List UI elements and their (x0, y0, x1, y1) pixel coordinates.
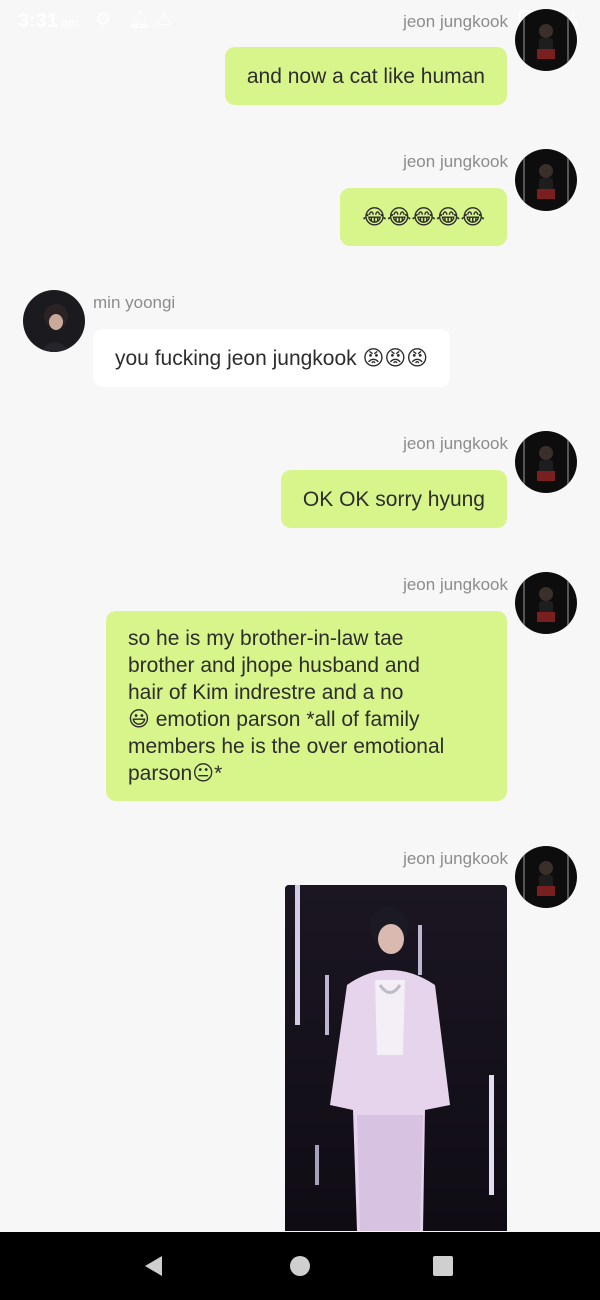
message-bubble-outgoing[interactable]: and now a cat like human (224, 47, 507, 105)
message-line: brother and jhope husband and (128, 654, 420, 677)
status-ampm: am (61, 15, 80, 30)
status-bar: 3:31am ⚙ 🔔︎ ⚠ 28% (0, 0, 600, 44)
message-line: members he is the over emotional (128, 735, 445, 758)
avatar-jeon-jungkook[interactable] (515, 9, 577, 71)
back-icon[interactable] (142, 1254, 166, 1283)
message-sender: jeon jungkook (403, 575, 508, 594)
avatar-jeon-jungkook[interactable] (515, 149, 577, 211)
avatar-jeon-jungkook[interactable] (515, 572, 577, 634)
avatar-jeon-jungkook[interactable] (515, 846, 577, 908)
message-line: 😃 emotion parson *all of family (128, 708, 420, 731)
message-line: parson😐* (128, 762, 223, 785)
settings-icon: ⚙ (95, 9, 112, 29)
message-sender: jeon jungkook (403, 152, 508, 171)
message-bubble-outgoing[interactable]: so he is my brother-in-law tae brother a… (106, 611, 507, 801)
message-bubble-outgoing[interactable]: OK OK sorry hyung (280, 470, 507, 528)
message-bubble-outgoing[interactable]: 😂😂😂😂😂 (340, 188, 507, 246)
message-line: hair of Kim indrestre and a no (128, 681, 404, 704)
home-icon[interactable] (288, 1254, 312, 1283)
message-sender: min yoongi (93, 293, 176, 312)
status-time: 3:31 am (18, 10, 80, 32)
navigation-bar (0, 1232, 600, 1300)
message-image[interactable] (285, 885, 507, 1231)
message-line: so he is my brother-in-law tae (128, 627, 404, 650)
avatar-jeon-jungkook[interactable] (515, 431, 577, 493)
warning-icon: ⚠ (156, 9, 173, 29)
notification-bell-icon: 🔔︎ (128, 9, 151, 29)
recents-icon[interactable] (431, 1254, 455, 1283)
message-sender: jeon jungkook (403, 12, 508, 31)
avatar-min-yoongi[interactable] (23, 290, 85, 352)
message-sender: jeon jungkook (403, 849, 508, 868)
message-bubble-incoming[interactable]: you fucking jeon jungkook 😡😡😡 (93, 329, 451, 387)
message-sender: jeon jungkook (403, 434, 508, 453)
